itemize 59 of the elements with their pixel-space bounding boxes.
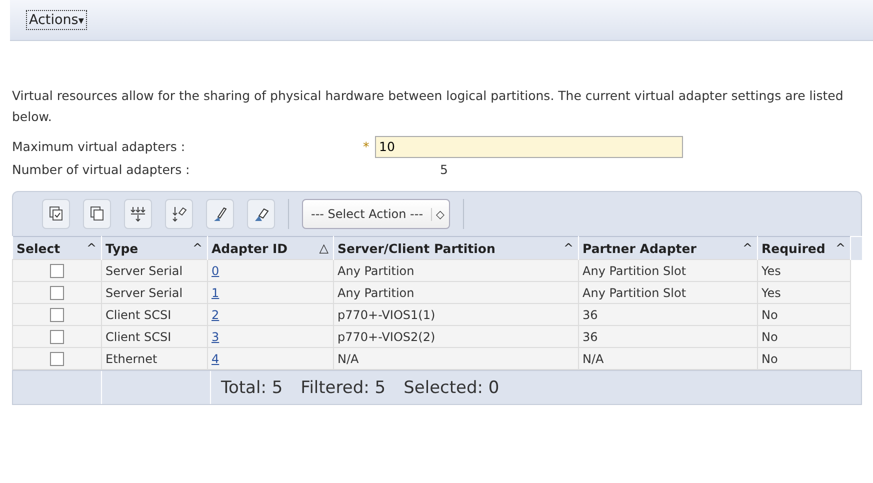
table-cell: Server Serial	[101, 260, 207, 282]
filter-eraser-button[interactable]	[165, 199, 193, 229]
column-header[interactable]: Select ^	[12, 236, 101, 260]
row-checkbox[interactable]	[50, 330, 64, 344]
footer-count: Selected: 0	[404, 378, 500, 398]
table-cell: p770+-VIOS2(2)	[333, 326, 578, 348]
expand-filter-button[interactable]	[124, 199, 152, 229]
table-cell: No	[757, 348, 850, 370]
eraser-icon	[253, 206, 269, 222]
actions-menu-button[interactable]: Actions▾	[26, 10, 87, 30]
column-header[interactable]: Type ^	[101, 236, 207, 260]
required-mark: *	[363, 139, 370, 154]
description-text: Virtual resources allow for the sharing of physical hardware between logical partitions. The current virtual adapter settings are listed below.	[12, 87, 844, 126]
deselect-all-icon	[89, 206, 105, 222]
field-label: Maximum virtual adapters :	[12, 139, 186, 154]
table-cell: No	[757, 326, 850, 348]
adapter-id-link[interactable]: 4	[212, 352, 220, 366]
table-cell: Any Partition	[333, 282, 578, 304]
footer-count: Filtered: 5	[300, 378, 386, 398]
row-checkbox[interactable]	[50, 286, 64, 300]
column-header[interactable]: Partner Adapter ^	[578, 236, 757, 260]
column-header[interactable]: Required ^	[757, 236, 850, 260]
eraser-button[interactable]	[247, 199, 275, 229]
adapter-id-link[interactable]: 0	[212, 264, 220, 278]
row-checkbox[interactable]	[50, 264, 64, 278]
table-cell: No	[757, 304, 850, 326]
footer-count: Total: 5	[221, 378, 283, 398]
table-cell: Client SCSI	[101, 304, 207, 326]
column-header[interactable]: Server/Client Partition ^	[333, 236, 578, 260]
table-cell: N/A	[578, 348, 757, 370]
select-action-dropdown[interactable]: --- Select Action --- ◇	[302, 199, 450, 229]
field-label: Number of virtual adapters :	[12, 162, 191, 177]
table-cell: Yes	[757, 260, 850, 282]
pencil-icon	[212, 206, 228, 222]
select-all-icon	[48, 206, 64, 222]
deselect-all-button[interactable]	[83, 199, 111, 229]
field-value: 5	[440, 162, 448, 177]
column-header[interactable]: Adapter ID △	[207, 236, 333, 260]
row-checkbox[interactable]	[50, 308, 64, 322]
table-cell: 36	[578, 304, 757, 326]
select-all-button[interactable]	[42, 199, 70, 229]
pencil-button[interactable]	[206, 199, 234, 229]
table-cell: Any Partition Slot	[578, 260, 757, 282]
table-cell: Any Partition Slot	[578, 282, 757, 304]
table-cell: Client SCSI	[101, 326, 207, 348]
adapter-id-link[interactable]: 1	[212, 286, 220, 300]
adapter-id-link[interactable]: 3	[212, 330, 220, 344]
adapter-id-link[interactable]: 2	[212, 308, 220, 322]
expand-filter-icon	[130, 206, 146, 222]
row-checkbox[interactable]	[50, 352, 64, 366]
table-cell: Yes	[757, 282, 850, 304]
table-cell: Any Partition	[333, 260, 578, 282]
table-cell: Server Serial	[101, 282, 207, 304]
input-field[interactable]: 10	[375, 136, 683, 158]
table-cell: p770+-VIOS1(1)	[333, 304, 578, 326]
filter-eraser-icon	[171, 206, 187, 222]
table-cell: N/A	[333, 348, 578, 370]
table-cell: 36	[578, 326, 757, 348]
table-cell: Ethernet	[101, 348, 207, 370]
